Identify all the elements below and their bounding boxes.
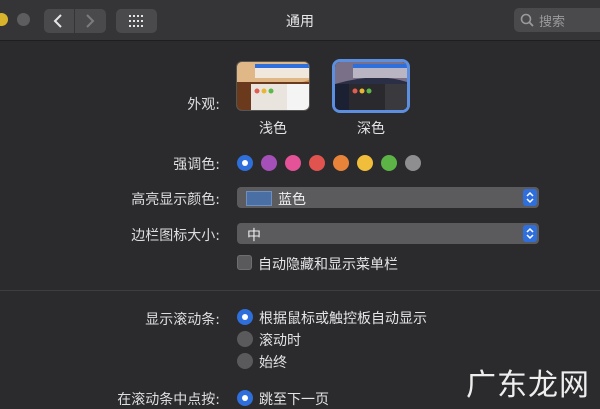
auto-hide-menubar-checkbox[interactable] [237,255,252,270]
appearance-dark-label: 深色 [357,121,385,137]
watermark-text: 广东龙网 [466,368,590,403]
section-divider [0,290,600,291]
appearance-light-thumbnail[interactable] [237,62,309,110]
sidebar-icon-size-label: 边栏图标大小: [131,228,220,244]
dark-appearance-preview [335,62,407,110]
scrollbars-always-radio[interactable] [237,353,253,369]
scrollbars-always-label: 始终 [259,355,287,371]
click-scrollbar-label: 在滚动条中点按: [117,392,220,408]
accent-color-swatch[interactable] [285,155,301,171]
accent-color-swatch[interactable] [309,155,325,171]
scrollbars-auto-radio[interactable] [237,309,253,325]
sidebar-icon-size-value: 中 [247,228,261,244]
light-appearance-preview [237,62,309,110]
accent-color-swatch[interactable] [261,155,277,171]
search-placeholder: 搜索 [539,15,566,30]
scrollbars-when-scrolling-radio[interactable] [237,331,253,347]
accent-color-swatch[interactable] [381,155,397,171]
accent-color-swatch[interactable] [357,155,373,171]
scrollbars-auto-label: 根据鼠标或触控板自动显示 [259,311,427,327]
highlight-color-value: 蓝色 [278,192,306,208]
accent-color-swatch[interactable] [237,155,253,171]
jump-next-page-label: 跳至下一页 [259,392,329,408]
auto-hide-menubar-label: 自动隐藏和显示菜单栏 [258,257,398,273]
popup-stepper-icon [523,225,537,242]
accent-color-swatch[interactable] [333,155,349,171]
search-field[interactable]: 搜索 [514,8,600,32]
scrollbars-when-scrolling-label: 滚动时 [259,333,301,349]
highlight-color-popup[interactable]: 蓝色 [237,187,539,208]
appearance-light-label: 浅色 [259,121,287,137]
window-title: 通用 [286,14,314,30]
appearance-dark-thumbnail[interactable] [335,62,407,110]
sidebar-icon-size-popup[interactable]: 中 [237,223,539,244]
jump-next-page-radio[interactable] [237,390,253,406]
search-icon [520,13,534,27]
appearance-label: 外观: [187,97,220,113]
popup-stepper-icon [523,189,537,206]
highlight-color-chip [246,191,272,206]
highlight-color-label: 高亮显示颜色: [131,192,220,208]
accent-color-swatch[interactable] [405,155,421,171]
window-titlebar: 通用 搜索 [0,0,600,41]
accent-color-label: 强调色: [173,157,220,173]
show-scrollbars-label: 显示滚动条: [145,312,220,328]
